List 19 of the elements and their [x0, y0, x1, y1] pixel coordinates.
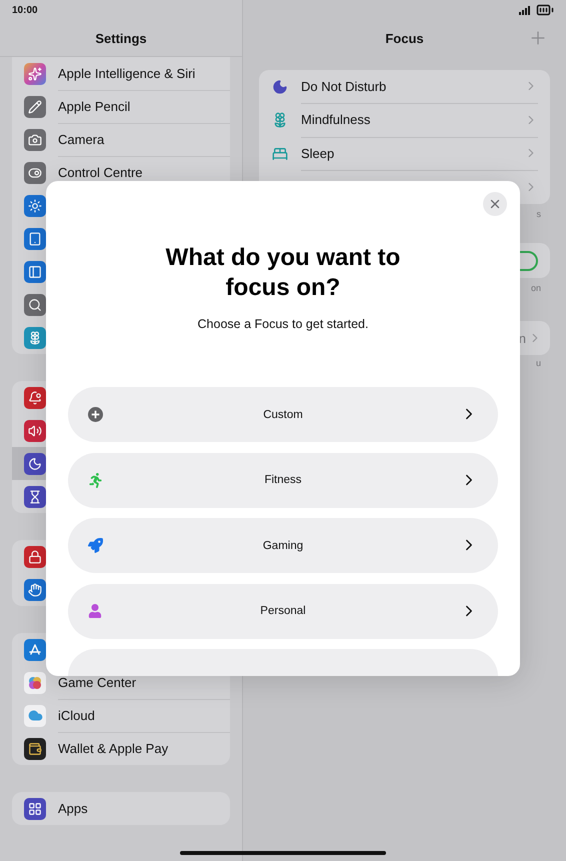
settings-label: Apps [58, 801, 88, 816]
pane-title: Focus [385, 30, 424, 46]
settings-label: Apple Intelligence & Siri [58, 66, 196, 80]
focus-label: Do Not Disturb [301, 78, 386, 94]
footnote: u [536, 358, 542, 368]
settings-label: iCloud [58, 708, 95, 722]
focus-label: Mindfulness [301, 112, 370, 128]
footnote: on [530, 283, 542, 293]
settings-label: Wallet & Apple Pay [58, 741, 168, 756]
settings-label: Game Center [58, 674, 136, 690]
status-time: 10:00 [12, 4, 38, 16]
focus-label: Sleep [301, 146, 334, 161]
dialog-subtitle: Choose a Focus to get started. [198, 317, 368, 331]
settings-label: Apple Pencil [58, 98, 130, 114]
footnote: s [536, 209, 542, 219]
settings-label: Camera [58, 132, 104, 146]
dialog-title: What do you want to focus on? [164, 243, 402, 303]
sidebar-title: Settings [95, 30, 147, 46]
settings-label: Control Centre [58, 164, 143, 180]
